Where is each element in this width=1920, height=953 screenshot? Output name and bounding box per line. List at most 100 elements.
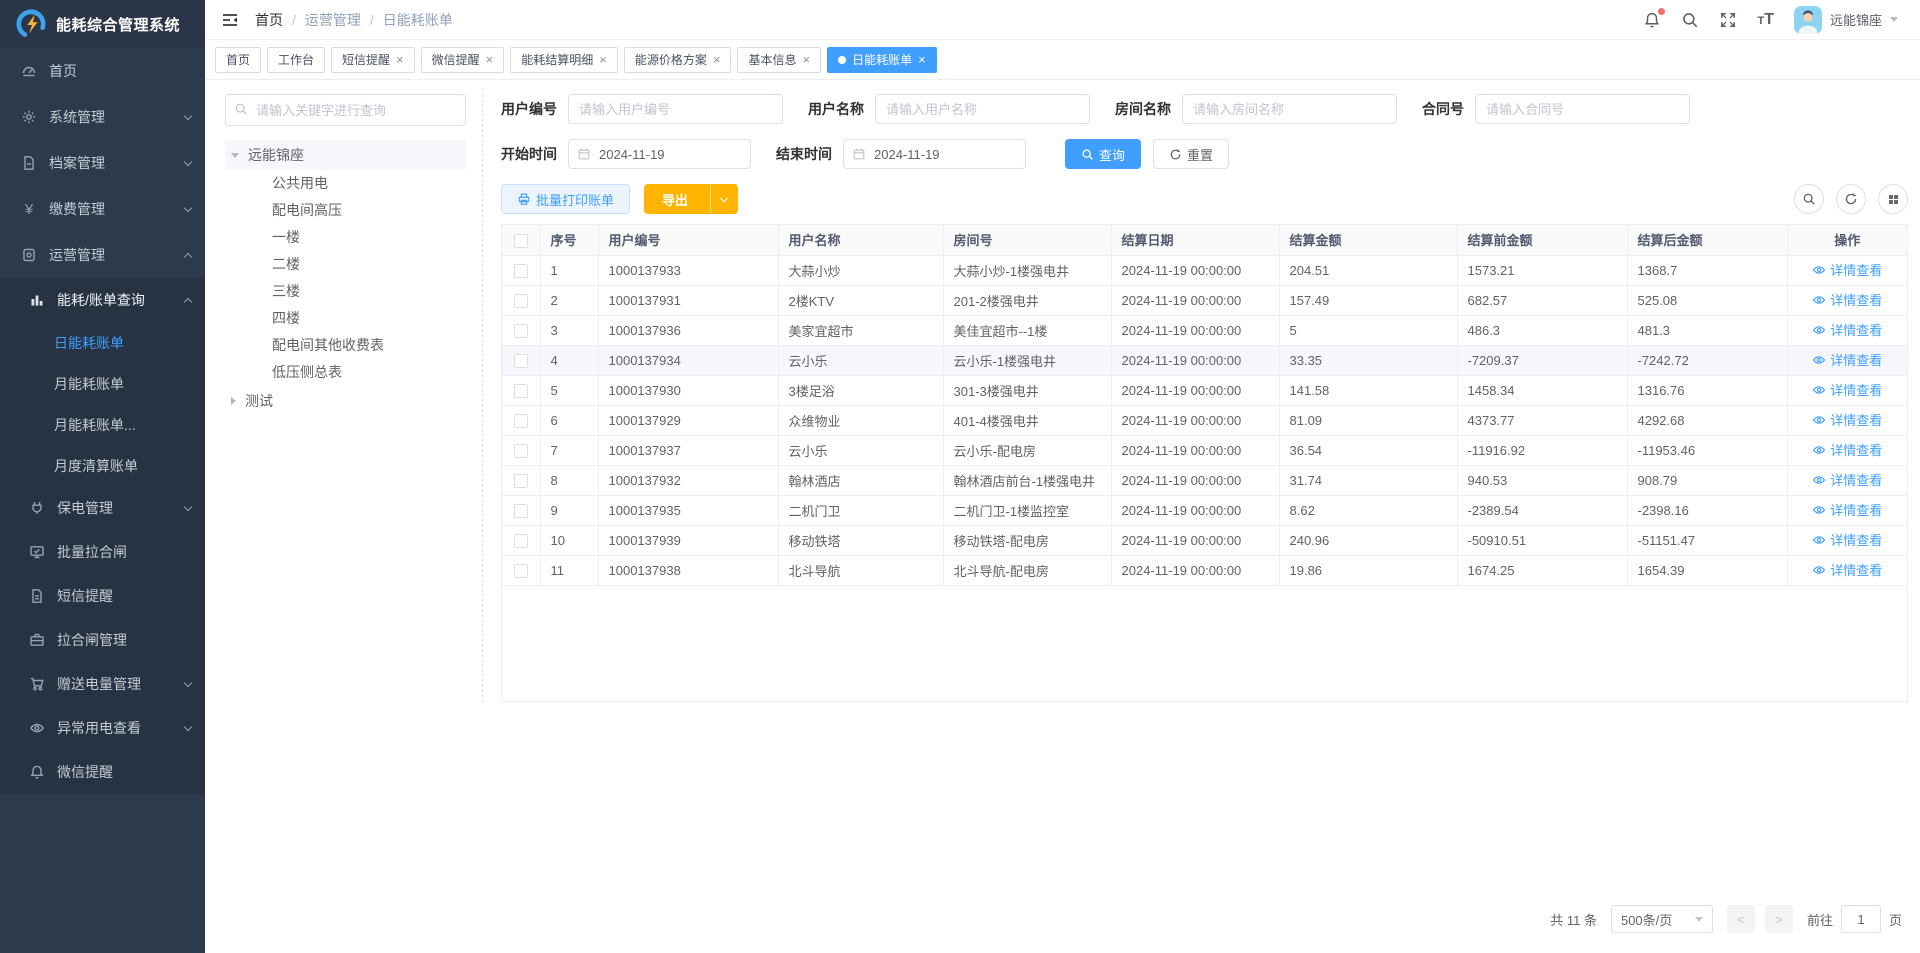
tab-energy-price-plan[interactable]: 能源价格方案 × bbox=[624, 47, 732, 73]
detail-view-link[interactable]: 详情查看 bbox=[1812, 290, 1882, 309]
detail-view-link[interactable]: 详情查看 bbox=[1812, 560, 1882, 579]
row-checkbox[interactable] bbox=[514, 444, 528, 458]
user-menu[interactable]: 远能锦座 bbox=[1794, 6, 1898, 34]
sidebar-item-power-protect[interactable]: 保电管理 bbox=[0, 486, 205, 530]
cell-before-amount: 1674.25 bbox=[1457, 555, 1627, 585]
tab-home[interactable]: 首页 bbox=[215, 47, 261, 73]
sidebar-item-switch-management[interactable]: 拉合闸管理 bbox=[0, 618, 205, 662]
export-label[interactable]: 导出 bbox=[645, 190, 705, 209]
close-icon[interactable]: × bbox=[802, 53, 810, 66]
sidebar-item-gift-power[interactable]: 赠送电量管理 bbox=[0, 662, 205, 706]
row-checkbox[interactable] bbox=[514, 264, 528, 278]
row-checkbox[interactable] bbox=[514, 324, 528, 338]
detail-view-link[interactable]: 详情查看 bbox=[1812, 260, 1882, 279]
table-columns-grid-icon[interactable] bbox=[1878, 184, 1908, 214]
page-size-select[interactable]: 500条/页 bbox=[1611, 905, 1713, 933]
tab-daily-energy-bill[interactable]: 日能耗账单 × bbox=[827, 47, 937, 73]
row-checkbox[interactable] bbox=[514, 564, 528, 578]
row-checkbox[interactable] bbox=[514, 504, 528, 518]
room-name-input[interactable] bbox=[1182, 94, 1397, 124]
tree-node-child[interactable]: 配电间其他收费表 bbox=[225, 332, 466, 359]
sidebar-item-system[interactable]: 系统管理 bbox=[0, 94, 205, 140]
sidebar-item-wechat-remind[interactable]: 微信提醒 bbox=[0, 750, 205, 794]
close-icon[interactable]: × bbox=[599, 53, 607, 66]
goto-page-input[interactable] bbox=[1841, 905, 1881, 933]
close-icon[interactable]: × bbox=[396, 53, 404, 66]
search-icon[interactable] bbox=[1681, 11, 1699, 29]
sidebar-item-payment[interactable]: ¥ 缴费管理 bbox=[0, 186, 205, 232]
sidebar-item-sms-remind[interactable]: 短信提醒 bbox=[0, 574, 205, 618]
close-icon[interactable]: × bbox=[486, 53, 494, 66]
close-icon[interactable]: × bbox=[918, 53, 926, 66]
bell-icon[interactable] bbox=[1643, 11, 1661, 29]
avatar[interactable] bbox=[1794, 6, 1822, 34]
tree-node-child[interactable]: 四楼 bbox=[225, 305, 466, 332]
tree-expand-icon[interactable] bbox=[231, 153, 239, 158]
tree-node-root[interactable]: 远能锦座 bbox=[225, 140, 466, 170]
tab-basic-info[interactable]: 基本信息 × bbox=[737, 47, 821, 73]
tab-workbench[interactable]: 工作台 bbox=[267, 47, 325, 73]
batch-print-button[interactable]: 批量打印账单 bbox=[501, 184, 630, 214]
sidebar-item-label: 月能耗账单... bbox=[54, 415, 136, 435]
query-button[interactable]: 查询 bbox=[1065, 139, 1141, 169]
tree-node-child[interactable]: 配电间高压 bbox=[225, 197, 466, 224]
row-checkbox[interactable] bbox=[514, 294, 528, 308]
tree-search-input[interactable] bbox=[225, 94, 466, 126]
user-name-input[interactable] bbox=[875, 94, 1090, 124]
tree-node-child[interactable]: 低压侧总表 bbox=[225, 359, 466, 386]
export-dropdown-toggle[interactable] bbox=[710, 185, 737, 213]
reset-button[interactable]: 重置 bbox=[1153, 139, 1229, 169]
tree-node-child[interactable]: 二楼 bbox=[225, 251, 466, 278]
tab-wechat-remind[interactable]: 微信提醒 × bbox=[421, 47, 505, 73]
prev-page-button[interactable]: < bbox=[1727, 905, 1755, 933]
row-checkbox[interactable] bbox=[514, 384, 528, 398]
detail-view-link[interactable]: 详情查看 bbox=[1812, 530, 1882, 549]
detail-view-link[interactable]: 详情查看 bbox=[1812, 470, 1882, 489]
cell-user-code: 1000137931 bbox=[598, 285, 778, 315]
row-checkbox[interactable] bbox=[514, 354, 528, 368]
sidebar-item-monthly-energy-bill[interactable]: 月能耗账单 bbox=[0, 363, 205, 404]
next-page-button[interactable]: > bbox=[1765, 905, 1793, 933]
start-date-input[interactable] bbox=[568, 139, 751, 169]
detail-view-link[interactable]: 详情查看 bbox=[1812, 500, 1882, 519]
export-button[interactable]: 导出 bbox=[644, 184, 738, 214]
font-size-icon[interactable]: TT bbox=[1757, 12, 1774, 28]
select-all-checkbox[interactable] bbox=[514, 234, 528, 248]
tree-node-test[interactable]: 测试 bbox=[225, 386, 466, 416]
sidebar-item-operations[interactable]: 运营管理 bbox=[0, 232, 205, 278]
user-code-input[interactable] bbox=[568, 94, 783, 124]
fullscreen-icon[interactable] bbox=[1719, 11, 1737, 29]
end-date-input[interactable] bbox=[843, 139, 1026, 169]
detail-view-link[interactable]: 详情查看 bbox=[1812, 350, 1882, 369]
tree-collapse-icon[interactable] bbox=[231, 397, 236, 405]
tree-node-child[interactable]: 三楼 bbox=[225, 278, 466, 305]
org-tree: 远能锦座 公共用电 配电间高压 一楼 二楼 三楼 四楼 配电间其他收费表 低压侧… bbox=[225, 140, 466, 416]
table-refresh-icon[interactable] bbox=[1836, 184, 1866, 214]
detail-view-link[interactable]: 详情查看 bbox=[1812, 410, 1882, 429]
tree-node-child[interactable]: 一楼 bbox=[225, 224, 466, 251]
tree-node-child[interactable]: 公共用电 bbox=[225, 170, 466, 197]
sidebar-item-monthly-energy-bill-2[interactable]: 月能耗账单... bbox=[0, 404, 205, 445]
tab-sms-remind[interactable]: 短信提醒 × bbox=[331, 47, 415, 73]
contract-no-input[interactable] bbox=[1475, 94, 1690, 124]
cell-before-amount: 1573.21 bbox=[1457, 255, 1627, 285]
table-search-icon[interactable] bbox=[1794, 184, 1824, 214]
detail-view-link[interactable]: 详情查看 bbox=[1812, 320, 1882, 339]
detail-view-link[interactable]: 详情查看 bbox=[1812, 440, 1882, 459]
breadcrumb-section[interactable]: 运营管理 bbox=[305, 10, 361, 30]
row-checkbox[interactable] bbox=[514, 474, 528, 488]
sidebar-collapse-icon[interactable] bbox=[221, 11, 239, 29]
sidebar-item-home[interactable]: 首页 bbox=[0, 48, 205, 94]
sidebar-item-monthly-clearing-bill[interactable]: 月度清算账单 bbox=[0, 445, 205, 486]
row-checkbox[interactable] bbox=[514, 534, 528, 548]
detail-view-link[interactable]: 详情查看 bbox=[1812, 380, 1882, 399]
close-icon[interactable]: × bbox=[713, 53, 721, 66]
breadcrumb-home[interactable]: 首页 bbox=[255, 10, 283, 30]
sidebar-item-abnormal-power[interactable]: 异常用电查看 bbox=[0, 706, 205, 750]
tab-energy-settlement-detail[interactable]: 能耗结算明细 × bbox=[510, 47, 618, 73]
sidebar-item-daily-energy-bill[interactable]: 日能耗账单 bbox=[0, 322, 205, 363]
sidebar-item-energy-bill-query[interactable]: 能耗/账单查询 bbox=[0, 278, 205, 322]
sidebar-item-batch-switch[interactable]: 批量拉合闸 bbox=[0, 530, 205, 574]
row-checkbox[interactable] bbox=[514, 414, 528, 428]
sidebar-item-archive[interactable]: 档案管理 bbox=[0, 140, 205, 186]
